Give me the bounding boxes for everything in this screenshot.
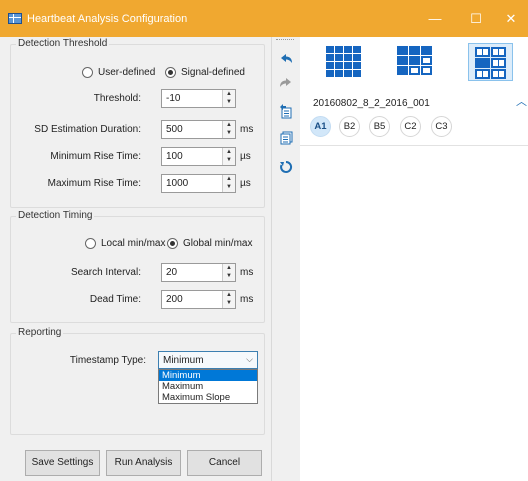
dropdown-option-maximum[interactable]: Maximum [159, 381, 257, 392]
max-rise-value[interactable]: 1000 [166, 178, 188, 189]
reset-icon[interactable] [277, 159, 295, 177]
dead-time-input[interactable]: 200 ▲ ▼ [161, 290, 236, 309]
global-minmax-radio[interactable] [167, 238, 178, 249]
settings-panel: Detection Threshold User-defined Signal-… [0, 37, 271, 481]
cancel-button[interactable]: Cancel [187, 450, 262, 476]
dead-time-stepper[interactable]: ▲ ▼ [222, 291, 235, 308]
app-window: Heartbeat Analysis Configuration — ☐ ✕ D… [0, 0, 528, 481]
global-minmax-label[interactable]: Global min/max [183, 238, 252, 249]
max-rise-unit: µs [240, 178, 251, 189]
sd-duration-unit: ms [240, 124, 254, 135]
detection-threshold-title: Detection Threshold [16, 38, 110, 49]
layout-3x3-icon[interactable] [393, 43, 438, 81]
title-bar[interactable]: Heartbeat Analysis Configuration — ☐ ✕ [0, 0, 528, 37]
timestamp-type-label: Timestamp Type: [69, 355, 146, 366]
sd-duration-input[interactable]: 500 ▲ ▼ [161, 120, 236, 139]
max-rise-label: Maximum Rise Time: [47, 178, 141, 189]
save-settings-button[interactable]: Save Settings [25, 450, 100, 476]
search-interval-stepper[interactable]: ▲ ▼ [222, 264, 235, 281]
detection-timing-title: Detection Timing [16, 210, 95, 221]
timestamp-type-value[interactable]: Minimum [163, 355, 204, 366]
minimize-button[interactable]: — [412, 0, 458, 37]
max-rise-input[interactable]: 1000 ▲ ▼ [161, 174, 236, 193]
threshold-stepper[interactable]: ▲ ▼ [222, 90, 235, 107]
search-interval-input[interactable]: 20 ▲ ▼ [161, 263, 236, 282]
copy-to-channel-icon[interactable] [277, 103, 295, 121]
channel-b2-button[interactable]: B2 [339, 116, 360, 137]
chevron-up-icon[interactable]: ︿ [516, 93, 527, 109]
channel-b5-button[interactable]: B5 [369, 116, 390, 137]
close-button[interactable]: ✕ [488, 0, 528, 37]
sd-duration-label: SD Estimation Duration: [34, 124, 141, 135]
threshold-label: Threshold: [93, 93, 141, 104]
reporting-title: Reporting [16, 327, 64, 338]
app-grid-icon [8, 13, 22, 24]
search-interval-label: Search Interval: [70, 267, 141, 278]
undo-icon[interactable] [277, 51, 295, 69]
dropdown-option-minimum[interactable]: Minimum [159, 370, 257, 381]
user-defined-radio[interactable] [82, 67, 93, 78]
timestamp-type-select[interactable]: Minimum ⌵ [158, 351, 258, 369]
search-interval-value[interactable]: 20 [166, 267, 177, 278]
min-rise-input[interactable]: 100 ▲ ▼ [161, 147, 236, 166]
threshold-input[interactable]: -10 ▲ ▼ [161, 89, 236, 108]
user-defined-label[interactable]: User-defined [98, 67, 155, 78]
layout-4x4-icon[interactable] [322, 43, 367, 81]
redo-icon[interactable] [277, 75, 295, 93]
min-rise-label: Minimum Rise Time: [50, 151, 141, 162]
threshold-value[interactable]: -10 [166, 93, 180, 104]
sd-duration-value[interactable]: 500 [166, 124, 183, 135]
signal-defined-label[interactable]: Signal-defined [181, 67, 245, 78]
channel-separator [300, 145, 528, 146]
channel-panel: 20160802_8_2_2016_001 ︿ A1 B2 B5 C2 C3 [300, 37, 528, 481]
channel-c2-button[interactable]: C2 [400, 116, 421, 137]
channel-c3-button[interactable]: C3 [431, 116, 452, 137]
min-rise-value[interactable]: 100 [166, 151, 183, 162]
toolstrip-grip[interactable] [276, 39, 294, 41]
dead-time-value[interactable]: 200 [166, 294, 183, 305]
chevron-down-icon[interactable]: ⌵ [246, 354, 253, 365]
reporting-group: Reporting Timestamp Type: Minimum ⌵ Mini… [10, 327, 265, 435]
local-minmax-label[interactable]: Local min/max [101, 238, 165, 249]
detection-timing-group: Detection Timing Local min/max Global mi… [10, 210, 265, 323]
run-analysis-button[interactable]: Run Analysis [106, 450, 181, 476]
dead-time-unit: ms [240, 294, 254, 305]
channel-a1-button[interactable]: A1 [310, 116, 331, 137]
dropdown-option-maximum-slope[interactable]: Maximum Slope [159, 392, 257, 403]
signal-defined-radio[interactable] [165, 67, 176, 78]
min-rise-stepper[interactable]: ▲ ▼ [222, 148, 235, 165]
min-rise-unit: µs [240, 151, 251, 162]
window-title: Heartbeat Analysis Configuration [27, 13, 188, 25]
dead-time-label: Dead Time: [89, 294, 141, 305]
search-interval-unit: ms [240, 267, 254, 278]
layout-2x3-icon[interactable] [468, 43, 513, 81]
file-name: 20160802_8_2_2016_001 [313, 98, 430, 109]
detection-threshold-group: Detection Threshold User-defined Signal-… [10, 38, 265, 208]
sd-duration-stepper[interactable]: ▲ ▼ [222, 121, 235, 138]
local-minmax-radio[interactable] [85, 238, 96, 249]
timestamp-type-dropdown: Minimum Maximum Maximum Slope [158, 369, 258, 404]
toolstrip [272, 37, 300, 481]
max-rise-stepper[interactable]: ▲ ▼ [222, 175, 235, 192]
copy-to-all-icon[interactable] [277, 129, 295, 147]
